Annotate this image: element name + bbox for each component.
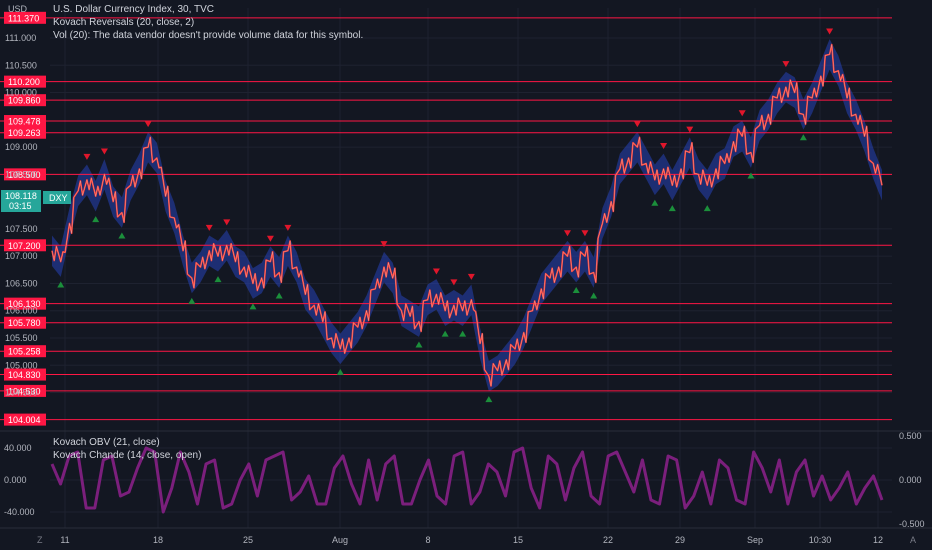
time-tick-label: 15	[513, 535, 523, 545]
buy-reversal-marker	[214, 276, 222, 283]
sell-reversal-marker	[467, 273, 475, 280]
sell-reversal-marker	[782, 61, 790, 68]
time-tick-label: 12	[873, 535, 883, 545]
oscillator-right-tick-label: 0.000	[899, 475, 922, 485]
time-axis[interactable]: 11 18 25 Aug 8 15 22 29 Sep 10:30 12	[60, 535, 883, 545]
buy-reversal-marker	[590, 292, 598, 299]
buy-reversal-marker	[57, 281, 65, 288]
buy-reversal-marker	[249, 303, 257, 310]
time-tick-label: 22	[603, 535, 613, 545]
price-band-layer	[52, 39, 882, 392]
sell-reversal-marker	[205, 224, 213, 231]
price-tick-label: 110.500	[5, 60, 37, 70]
auto-scale-icon[interactable]: A	[910, 535, 916, 545]
buy-reversal-marker	[459, 330, 467, 337]
horizontal-levels-layer: 111.370110.200109.860109.478109.263108.5…	[0, 11, 892, 426]
buy-reversal-marker	[651, 199, 659, 206]
price-tick-label: 105.000	[5, 360, 38, 370]
sell-reversal-marker	[738, 110, 746, 117]
time-tick-label: 8	[425, 535, 430, 545]
price-tick-label: 107.500	[5, 224, 38, 234]
oscillator-right-tick-label: 0.500	[899, 431, 922, 441]
buy-reversal-marker	[747, 172, 755, 179]
time-tick-label: 11	[60, 535, 69, 545]
time-tick-label: 25	[243, 535, 253, 545]
level-badge-label: 104.830	[8, 370, 41, 380]
symbol-tag: DXY	[49, 193, 68, 203]
buy-reversal-marker	[485, 396, 493, 403]
level-badge-label: 111.370	[8, 13, 39, 23]
price-tick-label: 106.000	[5, 306, 38, 316]
sell-reversal-marker	[223, 219, 231, 226]
buy-reversal-marker	[188, 297, 196, 304]
chart-title[interactable]: U.S. Dollar Currency Index, 30, TVC	[53, 4, 214, 15]
sell-reversal-marker	[826, 28, 834, 35]
buy-reversal-marker	[799, 134, 807, 141]
buy-reversal-marker	[92, 216, 100, 223]
time-tick-label: Aug	[332, 535, 348, 545]
last-price-badge: 108.118 03:15 DXY	[1, 190, 71, 212]
indicator-legend-reversals[interactable]: Kovach Reversals (20, close, 2)	[53, 17, 194, 28]
buy-reversal-marker	[336, 368, 344, 375]
sell-reversal-marker	[432, 268, 440, 275]
buy-reversal-marker	[415, 341, 423, 348]
countdown-timer: 03:15	[9, 201, 32, 211]
currency-label: USD	[8, 4, 28, 14]
oscillator-left-tick-label: 0.000	[4, 475, 27, 485]
volatility-band	[52, 39, 882, 392]
buy-reversal-marker	[275, 292, 283, 299]
time-tick-label: 29	[675, 535, 685, 545]
level-badge-label: 105.780	[8, 318, 41, 328]
price-tick-label: 109.000	[5, 142, 38, 152]
indicator-legend-obv[interactable]: Kovach OBV (21, close)	[53, 437, 160, 448]
buy-reversal-marker	[668, 205, 676, 212]
sell-reversal-marker	[581, 230, 589, 237]
level-badge-label: 109.478	[8, 117, 41, 127]
buy-reversal-marker	[441, 330, 449, 337]
last-price-value: 108.118	[5, 191, 37, 201]
level-badge-label: 110.200	[8, 77, 40, 87]
sell-reversal-marker	[266, 235, 274, 242]
sell-reversal-marker	[284, 224, 292, 231]
zoom-icon[interactable]: Z	[37, 535, 43, 545]
time-tick-label: 18	[153, 535, 163, 545]
sell-reversal-marker	[144, 121, 152, 128]
price-tick-label: 110.000	[5, 88, 37, 98]
indicator-legend-volume[interactable]: Vol (20): The data vendor doesn't provid…	[53, 30, 363, 41]
sell-reversal-marker	[83, 153, 91, 160]
level-badge-label: 109.263	[8, 128, 41, 138]
sell-reversal-marker	[100, 148, 108, 155]
trading-chart[interactable]: 111.370110.200109.860109.478109.263108.5…	[0, 0, 932, 550]
time-tick-label: Sep	[747, 535, 763, 545]
price-axis[interactable]: 111.000 110.500 110.000 109.000 108.500 107.5…	[5, 33, 38, 398]
buy-reversal-marker	[118, 232, 126, 239]
sell-reversal-marker	[380, 241, 388, 248]
indicator-legend-chande[interactable]: Kovach Chande (14, close, open)	[53, 450, 201, 461]
price-tick-label: 105.500	[5, 333, 38, 343]
price-tick-label: 107.000	[5, 251, 38, 261]
chart-root: 111.370 110.200 109.860 109.478 109.263 108.5…	[0, 0, 932, 550]
price-tick-label: 108.500	[5, 169, 38, 179]
level-badge-label: 104.004	[8, 415, 41, 425]
sell-reversal-marker	[450, 279, 458, 286]
sell-reversal-marker	[660, 143, 668, 149]
price-tick-label: 111.000	[5, 33, 36, 43]
sell-reversal-marker	[633, 121, 641, 128]
level-badge-label: 105.258	[8, 347, 41, 357]
oscillator-left-tick-label: -40.000	[4, 507, 35, 517]
price-tick-label: 106.500	[5, 278, 38, 288]
sell-reversal-marker	[563, 230, 571, 237]
price-tick-label: 104.500	[5, 388, 38, 398]
time-tick-label: 10:30	[809, 535, 832, 545]
sell-reversal-marker	[686, 126, 694, 133]
buy-reversal-marker	[703, 205, 711, 212]
buy-reversal-marker	[572, 287, 580, 293]
level-badge-label: 107.200	[8, 241, 41, 251]
oscillator-left-tick-label: 40.000	[4, 443, 32, 453]
